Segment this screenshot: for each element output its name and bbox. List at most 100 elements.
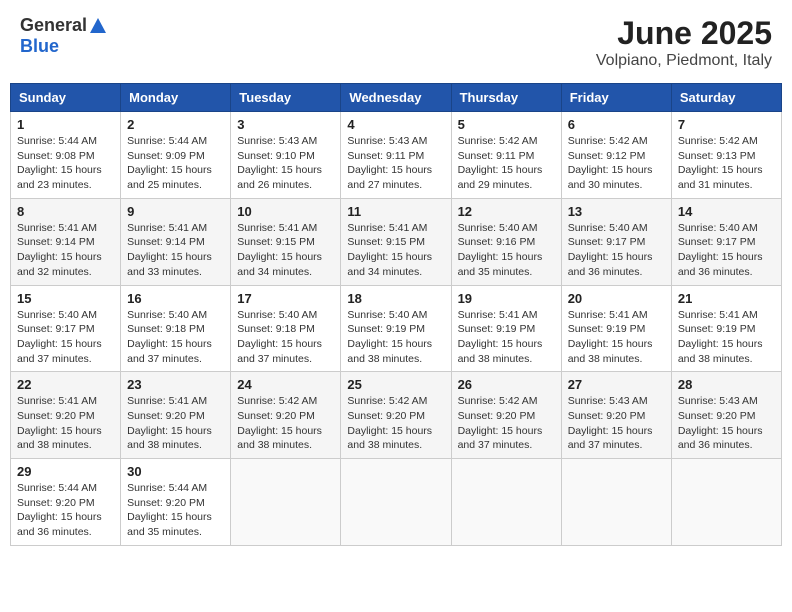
day-number: 5 bbox=[458, 117, 555, 132]
day-info: Sunrise: 5:44 AMSunset: 9:20 PMDaylight:… bbox=[127, 481, 224, 540]
day-info: Sunrise: 5:41 AMSunset: 9:19 PMDaylight:… bbox=[458, 308, 555, 367]
calendar-week-row: 15Sunrise: 5:40 AMSunset: 9:17 PMDayligh… bbox=[11, 285, 782, 372]
day-number: 30 bbox=[127, 464, 224, 479]
calendar-cell bbox=[341, 459, 451, 546]
day-info: Sunrise: 5:40 AMSunset: 9:17 PMDaylight:… bbox=[17, 308, 114, 367]
calendar-week-row: 29 Sunrise: 5:44 AMSunset: 9:20 PMDayligh… bbox=[11, 459, 782, 546]
day-number: 26 bbox=[458, 377, 555, 392]
calendar-cell: 4 Sunrise: 5:43 AMSunset: 9:11 PMDaylight… bbox=[341, 112, 451, 199]
calendar-cell: 3 Sunrise: 5:43 AMSunset: 9:10 PMDaylight… bbox=[231, 112, 341, 199]
calendar-cell: 16Sunrise: 5:40 AMSunset: 9:18 PMDayligh… bbox=[121, 285, 231, 372]
calendar-header-tuesday: Tuesday bbox=[231, 84, 341, 112]
day-number: 18 bbox=[347, 291, 444, 306]
calendar-table: SundayMondayTuesdayWednesdayThursdayFrid… bbox=[10, 83, 782, 546]
day-info: Sunrise: 5:42 AMSunset: 9:20 PMDaylight:… bbox=[237, 394, 334, 453]
day-number: 8 bbox=[17, 204, 114, 219]
day-info: Sunrise: 5:40 AMSunset: 9:16 PMDaylight:… bbox=[458, 221, 555, 280]
day-info: Sunrise: 5:41 AMSunset: 9:19 PMDaylight:… bbox=[678, 308, 775, 367]
day-info: Sunrise: 5:43 AMSunset: 9:20 PMDaylight:… bbox=[568, 394, 665, 453]
calendar-cell: 15Sunrise: 5:40 AMSunset: 9:17 PMDayligh… bbox=[11, 285, 121, 372]
month-title: June 2025 bbox=[596, 15, 772, 52]
calendar-cell bbox=[671, 459, 781, 546]
calendar-cell: 21 Sunrise: 5:41 AMSunset: 9:19 PMDayligh… bbox=[671, 285, 781, 372]
day-number: 11 bbox=[347, 204, 444, 219]
day-info: Sunrise: 5:44 AMSunset: 9:20 PMDaylight:… bbox=[17, 481, 114, 540]
title-area: June 2025 Volpiano, Piedmont, Italy bbox=[596, 15, 772, 70]
calendar-cell: 30 Sunrise: 5:44 AMSunset: 9:20 PMDayligh… bbox=[121, 459, 231, 546]
calendar-week-row: 1 Sunrise: 5:44 AMSunset: 9:08 PMDaylight… bbox=[11, 112, 782, 199]
calendar-cell: 25 Sunrise: 5:42 AMSunset: 9:20 PMDayligh… bbox=[341, 372, 451, 459]
logo: General Blue bbox=[20, 15, 107, 57]
day-number: 21 bbox=[678, 291, 775, 306]
calendar-cell: 10 Sunrise: 5:41 AMSunset: 9:15 PMDayligh… bbox=[231, 198, 341, 285]
day-info: Sunrise: 5:41 AMSunset: 9:15 PMDaylight:… bbox=[347, 221, 444, 280]
day-info: Sunrise: 5:42 AMSunset: 9:13 PMDaylight:… bbox=[678, 134, 775, 193]
calendar-header-saturday: Saturday bbox=[671, 84, 781, 112]
day-number: 22 bbox=[17, 377, 114, 392]
day-number: 6 bbox=[568, 117, 665, 132]
location-title: Volpiano, Piedmont, Italy bbox=[596, 52, 772, 70]
day-number: 7 bbox=[678, 117, 775, 132]
day-number: 20 bbox=[568, 291, 665, 306]
day-number: 10 bbox=[237, 204, 334, 219]
day-info: Sunrise: 5:41 AMSunset: 9:19 PMDaylight:… bbox=[568, 308, 665, 367]
day-info: Sunrise: 5:41 AMSunset: 9:15 PMDaylight:… bbox=[237, 221, 334, 280]
day-number: 29 bbox=[17, 464, 114, 479]
calendar-header-sunday: Sunday bbox=[11, 84, 121, 112]
calendar-cell: 2Sunrise: 5:44 AMSunset: 9:09 PMDaylight… bbox=[121, 112, 231, 199]
day-info: Sunrise: 5:40 AMSunset: 9:17 PMDaylight:… bbox=[568, 221, 665, 280]
day-number: 27 bbox=[568, 377, 665, 392]
calendar-header-monday: Monday bbox=[121, 84, 231, 112]
day-number: 9 bbox=[127, 204, 224, 219]
day-number: 14 bbox=[678, 204, 775, 219]
day-info: Sunrise: 5:43 AMSunset: 9:11 PMDaylight:… bbox=[347, 134, 444, 193]
calendar-header-wednesday: Wednesday bbox=[341, 84, 451, 112]
calendar-cell: 22Sunrise: 5:41 AMSunset: 9:20 PMDayligh… bbox=[11, 372, 121, 459]
day-info: Sunrise: 5:44 AMSunset: 9:09 PMDaylight:… bbox=[127, 134, 224, 193]
day-info: Sunrise: 5:40 AMSunset: 9:19 PMDaylight:… bbox=[347, 308, 444, 367]
calendar-cell: 19Sunrise: 5:41 AMSunset: 9:19 PMDayligh… bbox=[451, 285, 561, 372]
day-info: Sunrise: 5:42 AMSunset: 9:20 PMDaylight:… bbox=[458, 394, 555, 453]
day-info: Sunrise: 5:41 AMSunset: 9:20 PMDaylight:… bbox=[127, 394, 224, 453]
logo-general-text: General bbox=[20, 15, 87, 36]
calendar-cell: 9Sunrise: 5:41 AMSunset: 9:14 PMDaylight… bbox=[121, 198, 231, 285]
day-number: 25 bbox=[347, 377, 444, 392]
day-number: 24 bbox=[237, 377, 334, 392]
day-info: Sunrise: 5:40 AMSunset: 9:17 PMDaylight:… bbox=[678, 221, 775, 280]
calendar-cell: 12 Sunrise: 5:40 AMSunset: 9:16 PMDayligh… bbox=[451, 198, 561, 285]
calendar-cell: 23Sunrise: 5:41 AMSunset: 9:20 PMDayligh… bbox=[121, 372, 231, 459]
day-info: Sunrise: 5:41 AMSunset: 9:14 PMDaylight:… bbox=[17, 221, 114, 280]
day-info: Sunrise: 5:42 AMSunset: 9:20 PMDaylight:… bbox=[347, 394, 444, 453]
day-number: 4 bbox=[347, 117, 444, 132]
day-info: Sunrise: 5:44 AMSunset: 9:08 PMDaylight:… bbox=[17, 134, 114, 193]
calendar-cell: 7 Sunrise: 5:42 AMSunset: 9:13 PMDaylight… bbox=[671, 112, 781, 199]
calendar-week-row: 22 Sunrise: 5:41 AMSunset: 9:20 PMDayligh… bbox=[11, 372, 782, 459]
calendar-cell bbox=[451, 459, 561, 546]
calendar-cell: 17Sunrise: 5:40 AMSunset: 9:18 PMDayligh… bbox=[231, 285, 341, 372]
day-number: 17 bbox=[237, 291, 334, 306]
calendar-cell: 26 Sunrise: 5:42 AMSunset: 9:20 PMDayligh… bbox=[451, 372, 561, 459]
calendar-cell: 20 Sunrise: 5:41 AMSunset: 9:19 PMDayligh… bbox=[561, 285, 671, 372]
calendar-cell: 1 Sunrise: 5:44 AMSunset: 9:08 PMDaylight… bbox=[11, 112, 121, 199]
day-number: 13 bbox=[568, 204, 665, 219]
logo-triangle-icon bbox=[89, 17, 107, 35]
day-number: 28 bbox=[678, 377, 775, 392]
calendar-header-row: SundayMondayTuesdayWednesdayThursdayFrid… bbox=[11, 84, 782, 112]
calendar-cell: 24 Sunrise: 5:42 AMSunset: 9:20 PMDayligh… bbox=[231, 372, 341, 459]
day-info: Sunrise: 5:42 AMSunset: 9:11 PMDaylight:… bbox=[458, 134, 555, 193]
day-info: Sunrise: 5:43 AMSunset: 9:10 PMDaylight:… bbox=[237, 134, 334, 193]
calendar-cell: 14 Sunrise: 5:40 AMSunset: 9:17 PMDayligh… bbox=[671, 198, 781, 285]
calendar-header-thursday: Thursday bbox=[451, 84, 561, 112]
calendar-cell: 8 Sunrise: 5:41 AMSunset: 9:14 PMDaylight… bbox=[11, 198, 121, 285]
calendar-cell: 18 Sunrise: 5:40 AMSunset: 9:19 PMDayligh… bbox=[341, 285, 451, 372]
header: General Blue June 2025 Volpiano, Piedmon… bbox=[10, 10, 782, 75]
calendar-cell bbox=[231, 459, 341, 546]
day-number: 16 bbox=[127, 291, 224, 306]
day-number: 3 bbox=[237, 117, 334, 132]
day-number: 1 bbox=[17, 117, 114, 132]
calendar-header-friday: Friday bbox=[561, 84, 671, 112]
calendar-cell: 6Sunrise: 5:42 AMSunset: 9:12 PMDaylight… bbox=[561, 112, 671, 199]
day-number: 12 bbox=[458, 204, 555, 219]
calendar-cell: 5 Sunrise: 5:42 AMSunset: 9:11 PMDaylight… bbox=[451, 112, 561, 199]
calendar-cell: 13 Sunrise: 5:40 AMSunset: 9:17 PMDayligh… bbox=[561, 198, 671, 285]
